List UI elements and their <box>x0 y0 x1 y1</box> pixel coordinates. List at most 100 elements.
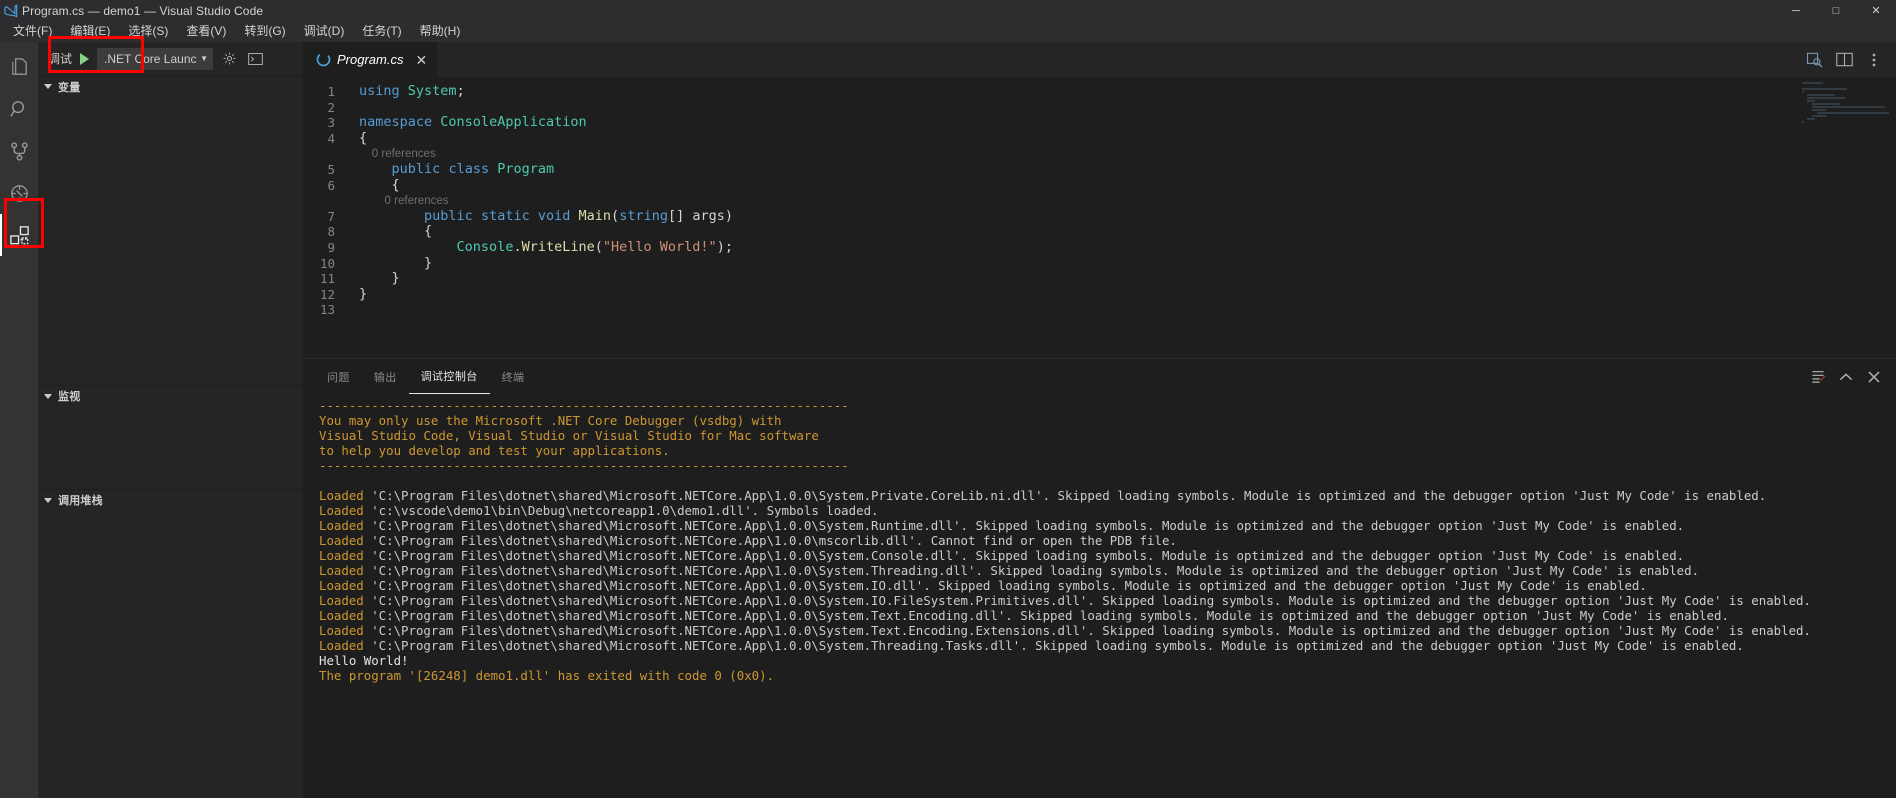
workbench-body: 调试 .NET Core Launch (console) ▼ <box>0 42 1896 798</box>
code-content[interactable]: 1 using System; 2 3 namespace ConsoleApplic… <box>303 77 1896 318</box>
codelens-references[interactable]: 0 references <box>359 148 436 160</box>
editor-tab-program-cs[interactable]: Program.cs ✕ <box>303 42 439 77</box>
line-number: 4 <box>327 130 335 146</box>
line-number: 10 <box>319 255 335 271</box>
code-line[interactable]: 13 <box>303 302 1896 318</box>
code-token: using <box>359 83 400 99</box>
console-line: Visual Studio Code, Visual Studio or Vis… <box>319 428 819 443</box>
minimize-icon[interactable]: ─ <box>1776 0 1816 21</box>
debug-configuration-select[interactable]: .NET Core Launch (console) ▼ <box>97 47 214 70</box>
sidebar-pane-call-stack-header[interactable]: 调用堆栈 <box>38 488 303 511</box>
console-line-text: 'C:\Program Files\dotnet\shared\Microsof… <box>371 608 1729 623</box>
code-line[interactable]: 0 references <box>303 193 1896 209</box>
code-token: namespace <box>359 114 433 131</box>
menu-edit[interactable]: 编辑(E) <box>61 21 119 42</box>
code-line[interactable]: 1 using System; <box>303 83 1896 100</box>
code-line[interactable]: 6 { <box>303 177 1896 194</box>
maximize-icon[interactable]: □ <box>1816 0 1856 21</box>
code-line[interactable]: 7 public static void Main(string[] args) <box>303 207 1896 225</box>
sidebar-pane-watch-body[interactable] <box>38 406 303 489</box>
codelens-references[interactable]: 0 references <box>359 195 449 207</box>
title-bar: Program.cs — demo1 — Visual Studio Code … <box>0 0 1896 21</box>
vscode-window: Program.cs — demo1 — Visual Studio Code … <box>0 0 1896 798</box>
console-line-prefix: Loaded <box>319 533 372 548</box>
code-text: namespace ConsoleApplication <box>347 114 587 131</box>
code-line[interactable]: 0 references <box>303 146 1896 162</box>
play-icon[interactable] <box>80 52 90 65</box>
activity-explorer[interactable] <box>0 46 38 88</box>
activity-extensions[interactable] <box>0 214 38 256</box>
console-line: Loaded 'C:\Program Files\dotnet\shared\M… <box>319 593 1896 608</box>
close-icon[interactable] <box>1862 365 1886 389</box>
menu-help[interactable]: 帮助(H) <box>411 21 470 42</box>
window-controls: ─ □ ✕ <box>1776 0 1896 21</box>
console-line-text: 'C:\Program Files\dotnet\shared\Microsof… <box>371 638 1744 653</box>
more-actions-icon[interactable] <box>1860 42 1888 77</box>
sidebar-pane-call-stack-title: 调用堆栈 <box>58 495 103 507</box>
clear-console-icon[interactable] <box>1806 365 1830 389</box>
open-debug-console-icon[interactable] <box>245 48 265 70</box>
code-line[interactable]: 4{ <box>303 130 1896 147</box>
code-line[interactable]: 11 } <box>303 270 1896 287</box>
console-line-text: 'C:\Program Files\dotnet\shared\Microsof… <box>371 563 1700 578</box>
panel-actions <box>1806 365 1896 389</box>
panel-tab-problems[interactable]: 问题 <box>315 359 362 394</box>
console-line: ----------------------------------------… <box>319 398 849 413</box>
code-line[interactable]: 10 } <box>303 255 1896 272</box>
code-token: Program <box>497 160 555 177</box>
sidebar-pane-watch-header[interactable]: 监视 <box>38 384 303 407</box>
code-token: ( <box>594 238 603 255</box>
panel-tab-terminal[interactable]: 终端 <box>490 359 537 394</box>
split-editor-icon[interactable] <box>1830 42 1858 77</box>
menu-view[interactable]: 查看(V) <box>177 21 235 42</box>
code-line[interactable]: 5 public class Program <box>303 160 1896 178</box>
menu-file[interactable]: 文件(F) <box>4 21 61 42</box>
gear-icon[interactable] <box>219 48 239 70</box>
console-line-prefix: Loaded <box>319 623 372 638</box>
console-line-text: 'C:\Program Files\dotnet\shared\Microsof… <box>371 533 1177 548</box>
code-line[interactable]: 9 Console.WriteLine("Hello World!"); <box>303 238 1896 256</box>
code-text: } <box>347 270 400 287</box>
indent-guide <box>359 223 424 239</box>
menu-selection[interactable]: 选择(S) <box>119 21 177 42</box>
console-line-text: 'c:\vscode\demo1\bin\Debug\netcoreapp1.0… <box>371 503 879 518</box>
code-line[interactable]: 2 <box>303 100 1896 116</box>
close-icon[interactable]: ✕ <box>1856 0 1896 21</box>
console-line: Loaded 'C:\Program Files\dotnet\shared\M… <box>319 578 1896 593</box>
code-editor[interactable]: 1 using System; 2 3 namespace ConsoleApplic… <box>303 77 1896 358</box>
sidebar-pane-variables-body[interactable] <box>38 97 303 385</box>
extensions-icon <box>8 224 31 247</box>
console-line-text: 'C:\Program Files\dotnet\shared\Microsof… <box>371 488 1767 503</box>
chevron-up-icon[interactable] <box>1834 365 1858 389</box>
code-token: static <box>480 207 530 224</box>
code-line[interactable]: 8 { <box>303 224 1896 240</box>
editor-tab-actions <box>1800 42 1896 77</box>
console-line-prefix: Loaded <box>319 518 372 533</box>
indent-guide <box>359 239 457 255</box>
activity-search[interactable] <box>0 88 38 130</box>
menu-go[interactable]: 转到(G) <box>235 21 294 42</box>
activity-run-and-debug[interactable] <box>0 172 38 214</box>
code-line[interactable]: 12} <box>303 286 1896 303</box>
editor-area: Program.cs ✕ 1 using System; 2 3 namespa… <box>303 42 1896 798</box>
line-number: 3 <box>327 115 335 131</box>
panel-tab-bar: 问题 输出 调试控制台 终端 <box>303 359 1896 394</box>
sidebar-pane-variables-header[interactable]: 变量 <box>38 75 303 97</box>
console-line-prefix: Loaded <box>319 593 372 608</box>
menu-tasks[interactable]: 任务(T) <box>353 21 410 42</box>
open-preview-icon[interactable] <box>1800 42 1828 77</box>
menu-bar: 文件(F) 编辑(E) 选择(S) 查看(V) 转到(G) 调试(D) 任务(T… <box>0 21 1896 42</box>
close-icon[interactable]: ✕ <box>415 53 427 67</box>
sidebar-pane-call-stack-body[interactable] <box>38 510 303 798</box>
panel-tab-output[interactable]: 输出 <box>362 359 409 394</box>
code-token: class <box>448 160 490 177</box>
menu-debug[interactable]: 调试(D) <box>295 21 354 42</box>
code-line[interactable]: 3 namespace ConsoleApplication <box>303 114 1896 131</box>
line-number: 7 <box>327 208 335 224</box>
activity-source-control[interactable] <box>0 130 38 172</box>
panel-tab-debug-console[interactable]: 调试控制台 <box>408 359 490 394</box>
code-text: { <box>347 177 400 194</box>
debug-console-output[interactable]: ----------------------------------------… <box>303 394 1896 798</box>
